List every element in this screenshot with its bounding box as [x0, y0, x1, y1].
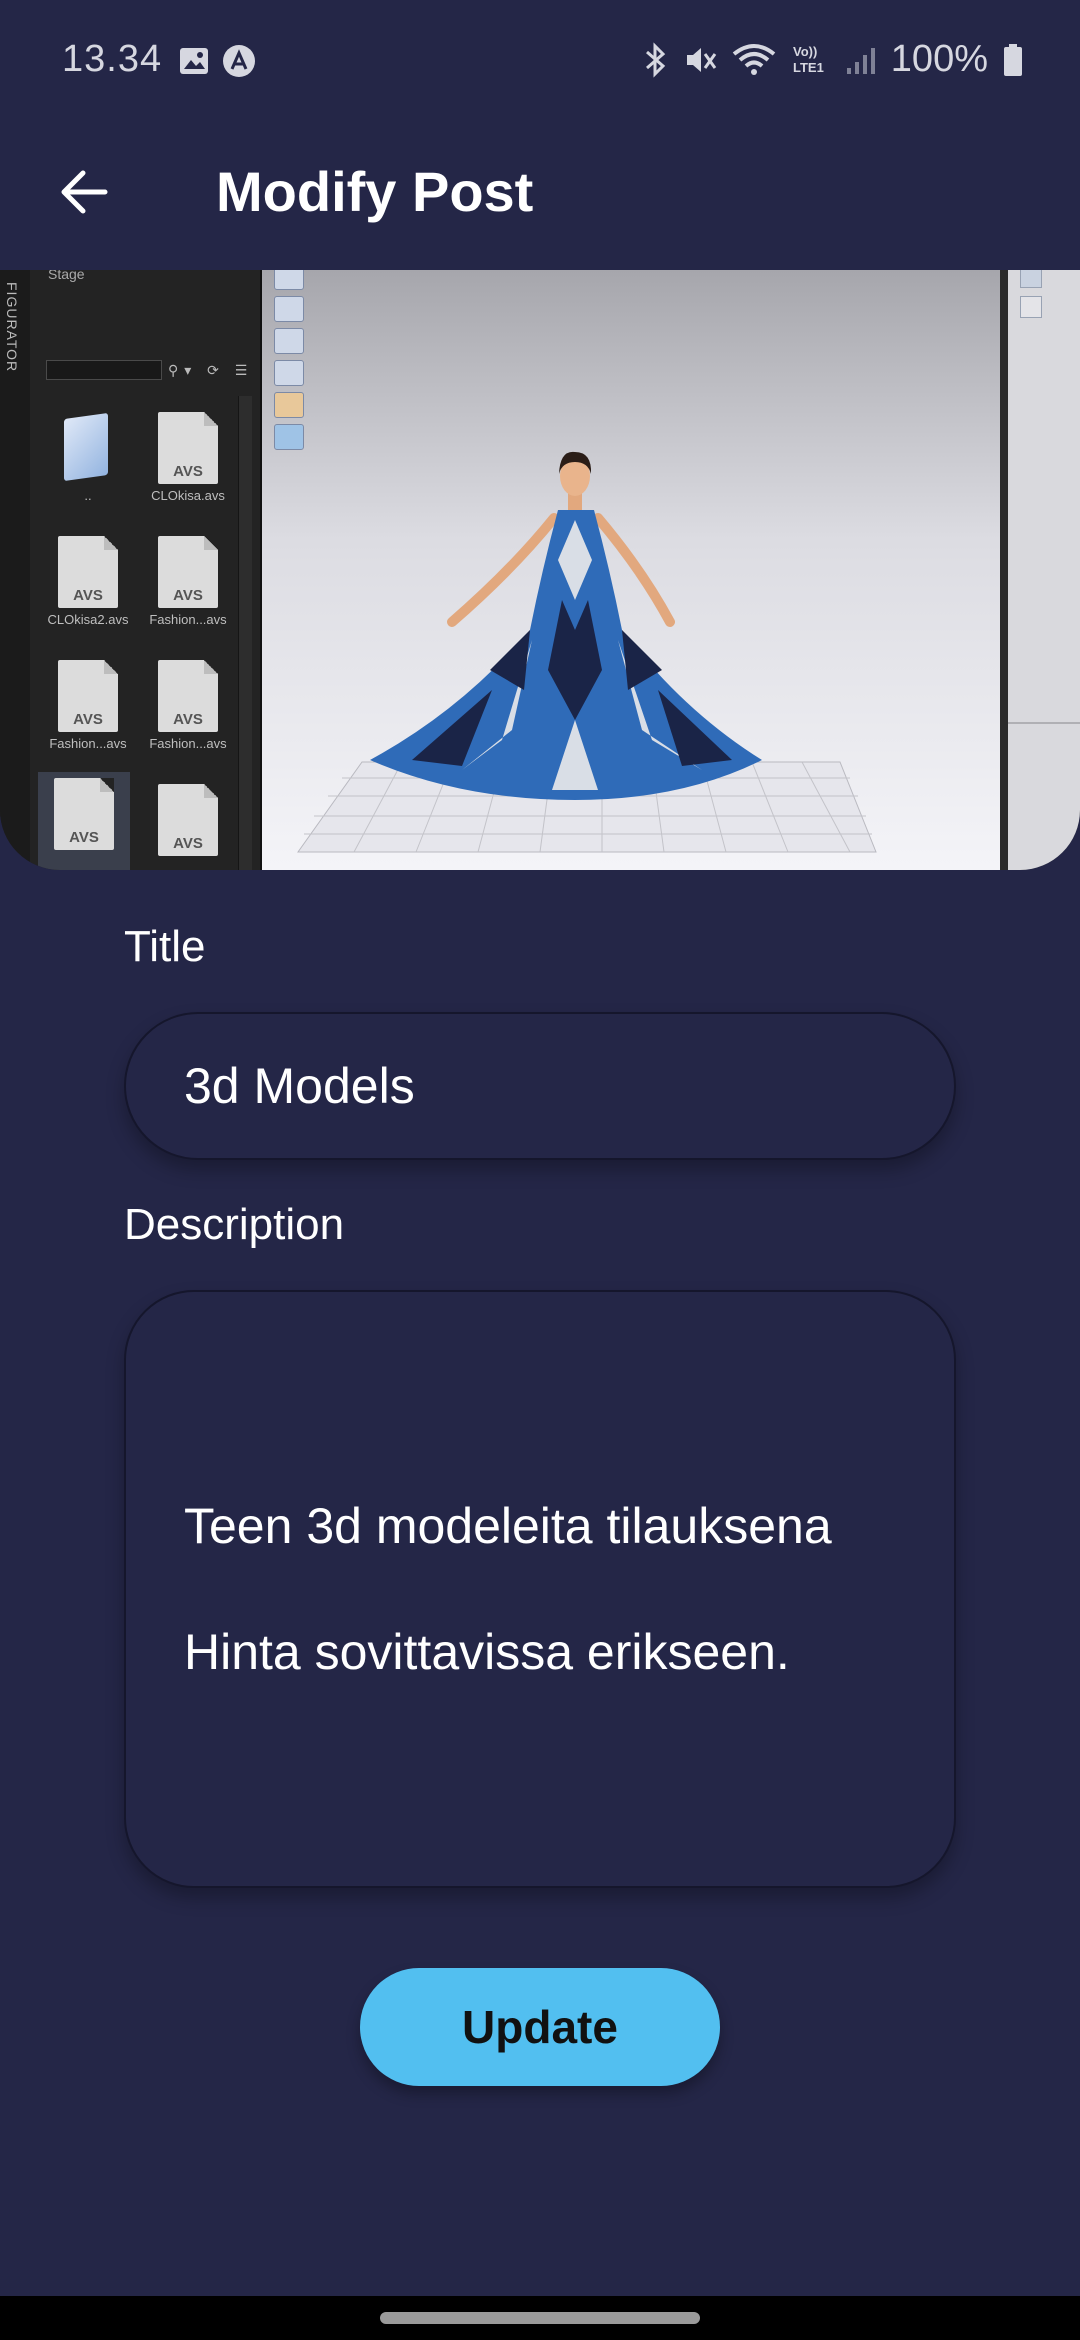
bluetooth-icon	[645, 41, 665, 78]
avatar-in-dress-illustration	[297, 451, 877, 853]
file-item: AVS Fashion...avs	[142, 654, 234, 774]
volte-icon: Vo)) LTE1	[793, 44, 824, 75]
system-nav-bar	[0, 2296, 1080, 2340]
update-button[interactable]: Update	[360, 1968, 720, 2086]
file-item: AVS CLOkisa2.avs	[42, 530, 134, 650]
title-input[interactable]: 3d Models	[124, 1012, 956, 1160]
status-bar: 13.34 Vo)) LTE1 100%	[0, 0, 1080, 130]
dock-lock-button	[1020, 296, 1042, 318]
back-button[interactable]	[44, 152, 124, 232]
description-line: Teen 3d modeleita tilauksena	[184, 1498, 832, 1554]
file-item: AVS	[142, 778, 234, 870]
arrow-left-icon	[61, 170, 108, 214]
file-type-label: AVS	[173, 587, 203, 604]
folder-icon	[64, 412, 108, 482]
title-input-value: 3d Models	[184, 1058, 415, 1114]
file-doc-icon: AVS	[158, 784, 218, 856]
file-doc-icon: AVS	[158, 536, 218, 608]
file-doc-icon: AVS	[158, 412, 218, 484]
file-name: Fashion...avs	[49, 736, 127, 751]
file-name: CLOkisa2.avs	[47, 612, 129, 627]
battery-icon	[1004, 43, 1022, 76]
title-label: Title	[124, 922, 206, 971]
right-dock-panel	[1000, 270, 1080, 870]
file-type-label: AVS	[73, 711, 103, 728]
file-name: Fashion...avs	[149, 736, 227, 751]
file-name: CLOkisa.avs	[151, 488, 225, 503]
status-time: 13.34	[62, 38, 163, 80]
file-browser-panel: FIGURATOR Stage ⚲▾ ⟳ ☰ .. AVS CLOkisa.av…	[0, 270, 262, 870]
wifi-icon	[732, 43, 776, 75]
panel-tools: ⚲▾ ⟳ ☰	[168, 362, 254, 378]
description-line: Hinta sovittavissa erikseen.	[184, 1624, 790, 1680]
signal-icon	[846, 47, 875, 74]
post-image[interactable]: FIGURATOR Stage ⚲▾ ⟳ ☰ .. AVS CLOkisa.av…	[0, 270, 1080, 870]
dock-button	[1020, 270, 1042, 288]
file-item-selected: AVS	[38, 772, 130, 870]
rail-label: FIGURATOR	[4, 282, 20, 373]
app-a-icon	[223, 45, 255, 77]
mute-icon	[686, 47, 717, 72]
file-doc-icon: AVS	[58, 660, 118, 732]
file-item: AVS Fashion...avs	[142, 530, 234, 650]
battery-percent: 100%	[890, 38, 988, 80]
dock-divider	[1008, 722, 1080, 724]
side-rail: FIGURATOR	[0, 270, 30, 870]
image-icon	[180, 48, 208, 74]
file-item: AVS CLOkisa.avs	[142, 406, 234, 526]
file-name: ..	[84, 488, 92, 503]
3d-viewport	[262, 270, 1000, 870]
file-doc-icon: AVS	[54, 778, 114, 850]
svg-text:Vo)): Vo))	[793, 44, 817, 59]
file-doc-icon: AVS	[58, 536, 118, 608]
file-doc-icon: AVS	[158, 660, 218, 732]
file-item: AVS Fashion...avs	[42, 654, 134, 774]
panel-header: Stage	[48, 270, 85, 282]
file-name: Fashion...avs	[149, 612, 227, 627]
description-input[interactable]: Teen 3d modeleita tilauksena Hinta sovit…	[124, 1290, 956, 1888]
file-type-label: AVS	[73, 587, 103, 604]
file-type-label: AVS	[173, 463, 203, 480]
page-title: Modify Post	[216, 160, 534, 223]
svg-text:LTE1: LTE1	[793, 60, 824, 75]
file-type-label: AVS	[69, 829, 99, 846]
file-item: ..	[42, 406, 134, 526]
description-label: Description	[124, 1200, 345, 1249]
home-indicator[interactable]	[380, 2312, 700, 2324]
file-type-label: AVS	[173, 835, 203, 852]
file-type-label: AVS	[173, 711, 203, 728]
app-bar: Modify Post	[0, 130, 1080, 270]
panel-search-box	[46, 360, 162, 380]
panel-scrollbar	[238, 396, 252, 870]
